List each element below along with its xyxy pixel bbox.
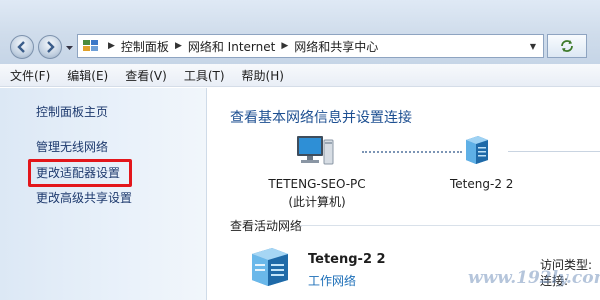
network-type-link[interactable]: 工作网络 (308, 272, 356, 289)
watermark: www.192ly.com (468, 268, 600, 288)
active-connection-name: Teteng-2 2 (308, 252, 386, 267)
connection-line (362, 151, 462, 153)
address-bar[interactable]: ▶ 控制面板 ▶ 网络和 Internet ▶ 网络和共享中心 ▼ (77, 34, 544, 58)
computer-name: TETENG-SEO-PC (268, 177, 366, 191)
active-networks-heading: 查看活动网络 (230, 219, 303, 233)
breadcrumb-separator-icon[interactable]: ▶ (108, 41, 115, 51)
breadcrumb-network-sharing-center[interactable]: 网络和共享中心 (294, 38, 378, 55)
section-divider (300, 225, 600, 226)
forward-arrow-icon (47, 41, 55, 53)
forward-button[interactable] (38, 35, 62, 59)
control-panel-icon (80, 35, 102, 57)
manage-wireless-networks-link[interactable]: 管理无线网络 (36, 138, 108, 155)
refresh-icon (561, 40, 573, 52)
menu-view[interactable]: 查看(V) (125, 67, 167, 84)
back-arrow-icon (17, 41, 25, 53)
network-icon[interactable] (461, 134, 491, 166)
menu-help[interactable]: 帮助(H) (242, 67, 284, 84)
computer-icon[interactable] (295, 134, 335, 168)
address-dropdown-icon[interactable]: ▼ (525, 35, 541, 57)
task-pane: 控制面板主页 管理无线网络 更改适配器设置 更改高级共享设置 (0, 88, 207, 300)
refresh-button[interactable] (547, 34, 587, 58)
breadcrumb-separator-icon[interactable]: ▶ (175, 41, 182, 51)
menu-bar: 文件(F) 编辑(E) 查看(V) 工具(T) 帮助(H) (0, 64, 600, 87)
breadcrumb-network-internet[interactable]: 网络和 Internet (188, 38, 275, 55)
breadcrumb-separator-icon[interactable]: ▶ (281, 41, 288, 51)
window-chrome: ▶ 控制面板 ▶ 网络和 Internet ▶ 网络和共享中心 ▼ (0, 0, 600, 64)
back-button[interactable] (10, 35, 34, 59)
connection-line (508, 151, 600, 152)
recent-pages-dropdown-icon[interactable] (65, 44, 74, 52)
menu-edit[interactable]: 编辑(E) (67, 67, 108, 84)
change-advanced-sharing-link[interactable]: 更改高级共享设置 (36, 189, 132, 206)
control-panel-home-link[interactable]: 控制面板主页 (36, 103, 108, 120)
menu-file[interactable]: 文件(F) (10, 67, 50, 84)
active-network-icon[interactable] (246, 244, 294, 288)
computer-subtitle: (此计算机) (288, 195, 346, 209)
breadcrumb-control-panel[interactable]: 控制面板 (121, 38, 169, 55)
page-title: 查看基本网络信息并设置连接 (230, 110, 412, 126)
menu-tools[interactable]: 工具(T) (184, 67, 225, 84)
highlight-box (28, 159, 132, 187)
network-name: Teteng-2 2 (450, 177, 514, 191)
